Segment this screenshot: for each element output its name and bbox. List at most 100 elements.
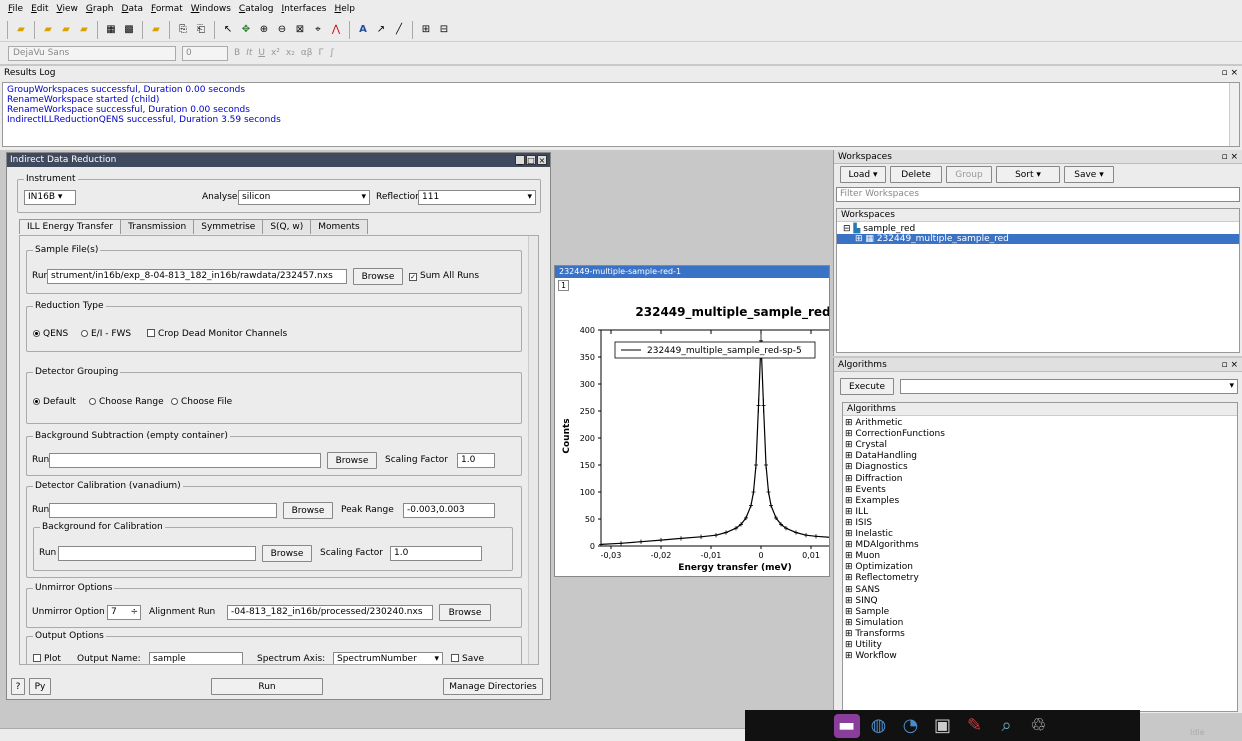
table-icon[interactable]: ▦ [103,22,119,38]
run-button[interactable]: Run [211,678,323,695]
font-family-select[interactable]: DejaVu Sans [8,45,176,61]
greek-icon[interactable]: αβ [301,48,313,58]
output-name-input[interactable]: sample [149,652,243,664]
sample-run-input[interactable]: strument/in16b/exp_8-04-813_182_in16b/ra… [47,269,347,284]
spectrum-axis-select[interactable]: SpectrumNumber ▾ [333,652,443,664]
algorithm-category[interactable]: ⊞ ISIS [845,518,872,528]
efws-radio[interactable]: E/I - FWS [81,329,131,339]
bold-icon[interactable]: B [234,48,240,58]
algorithm-category[interactable]: ⊞ Diffraction [845,474,902,484]
instrument-select[interactable]: IN16B ▾ [24,190,76,205]
workspace-item-selected[interactable]: ⊞ ▦ 232449_multiple_sample_red [837,234,1239,244]
unmirror-option-spinner[interactable]: 7 ÷ [107,605,141,620]
peak-picker-icon[interactable]: ⋀ [328,22,344,38]
bg-browse-button[interactable]: Browse [327,452,377,469]
dock-close-icon[interactable]: ▫ × [1221,68,1238,78]
expand-icon[interactable]: ⊞ [855,234,863,244]
dock-close-icon[interactable]: ▫ × [1221,152,1238,162]
save-button[interactable]: Save ▾ [1064,166,1114,183]
algorithm-category[interactable]: ⊞ Muon [845,551,880,561]
font-size-spinner[interactable]: 0 [182,45,228,61]
algorithm-category[interactable]: ⊞ CorrectionFunctions [845,429,945,439]
move-icon[interactable]: ✥ [238,22,254,38]
text-tool-icon[interactable]: A [355,22,371,38]
delete-button[interactable]: Delete [890,166,942,183]
calib-scaling-input[interactable]: 1.0 [390,546,482,561]
menu-format[interactable]: Format [151,4,183,14]
sample-browse-button[interactable]: Browse [353,268,403,285]
folder-icon[interactable]: ▰ [148,22,164,38]
formula-icon[interactable]: ⊞ [418,22,434,38]
calib-run-input[interactable] [49,503,277,518]
grouping-range-radio[interactable]: Choose Range [89,397,164,407]
algorithm-category[interactable]: ⊞ Events [845,485,886,495]
chart-legend[interactable]: 232449_multiple_sample_red-sp-5 [614,341,816,359]
bg-scaling-input[interactable]: 1.0 [457,453,495,468]
settings-icon[interactable]: ✎ [962,714,988,738]
italic-icon[interactable]: It [246,48,252,58]
trash-icon[interactable]: ♲ [1026,714,1052,738]
sum-all-runs-checkbox[interactable]: ✓ Sum All Runs [409,271,479,281]
algorithm-category[interactable]: ⊞ SINQ [845,596,878,606]
save-checkbox[interactable]: Save [451,654,484,664]
copy-icon[interactable]: ⎘ [175,22,191,38]
menu-data[interactable]: Data [122,4,144,14]
manage-directories-button[interactable]: Manage Directories [443,678,543,695]
terminal-icon[interactable]: ▣ [930,714,956,738]
search-icon[interactable]: ⌕ [994,714,1020,738]
algorithm-category[interactable]: ⊞ Sample [845,607,889,617]
algorithm-category[interactable]: ⊞ Transforms [845,629,905,639]
tab-ill-energy-transfer[interactable]: ILL Energy Transfer [19,219,122,234]
network-icon[interactable]: ◍ [866,714,892,738]
tab-sqw[interactable]: S(Q, w) [262,219,312,234]
tab-moments[interactable]: Moments [310,219,368,234]
workspace-group-sample-red[interactable]: ⊟ ▙ sample_red [843,224,915,234]
algorithm-category[interactable]: ⊞ Utility [845,640,882,650]
bg-run-input[interactable] [49,453,321,468]
algorithm-category[interactable]: ⊞ DataHandling [845,451,917,461]
rescale-icon[interactable]: ⊠ [292,22,308,38]
alignment-browse-button[interactable]: Browse [439,604,491,621]
algorithm-category[interactable]: ⊞ Arithmetic [845,418,902,428]
tab-transmission[interactable]: Transmission [120,219,195,234]
menu-catalog[interactable]: Catalog [239,4,274,14]
menu-help[interactable]: Help [334,4,355,14]
algorithm-category[interactable]: ⊞ Examples [845,496,899,506]
bg-calib-browse-button[interactable]: Browse [262,545,312,562]
open-project-icon[interactable]: ▰ [40,22,56,38]
alignment-run-input[interactable]: -04-813_182_in16b/processed/230240.nxs [227,605,433,620]
algorithm-search-select[interactable]: ▾ [900,379,1238,394]
layer-icon[interactable]: ⊟ [436,22,452,38]
analyser-select[interactable]: silicon ▾ [238,190,370,205]
integral-icon[interactable]: ∫ [330,48,335,58]
load-data-icon[interactable]: ▰ [76,22,92,38]
reflection-select[interactable]: 111 ▾ [418,190,536,205]
pointer-icon[interactable]: ↖ [220,22,236,38]
matrix-icon[interactable]: ▩ [121,22,137,38]
algorithm-category[interactable]: ⊞ Crystal [845,440,887,450]
grouping-default-radio[interactable]: Default [33,397,76,407]
browser-icon[interactable]: ◔ [898,714,924,738]
workspace-tree[interactable]: Workspaces ⊟ ▙ sample_red ⊞ ▦ 232449_mul… [836,208,1240,353]
execute-button[interactable]: Execute [840,378,894,395]
tab-symmetrise[interactable]: Symmetrise [193,219,264,234]
zoom-in-icon[interactable]: ⊕ [256,22,272,38]
line-tool-icon[interactable]: ╱ [391,22,407,38]
underline-icon[interactable]: U [258,48,265,58]
save-project-icon[interactable]: ▰ [58,22,74,38]
collapse-icon[interactable]: ⊟ [843,224,851,234]
menu-interfaces[interactable]: Interfaces [282,4,327,14]
plot-checkbox[interactable]: Plot [33,654,61,664]
algorithm-category[interactable]: ⊞ Optimization [845,562,913,572]
group-button[interactable]: Group [946,166,992,183]
subscript-icon[interactable]: x₂ [286,48,295,58]
zoom-out-icon[interactable]: ⊖ [274,22,290,38]
superscript-icon[interactable]: x² [271,48,280,58]
algorithm-tree[interactable]: Algorithms ⊞ Arithmetic ⊞ CorrectionFunct… [842,402,1238,712]
algorithm-category[interactable]: ⊞ Diagnostics [845,462,908,472]
filter-workspaces-input[interactable]: Filter Workspaces [836,187,1240,202]
crop-dead-monitor-checkbox[interactable]: Crop Dead Monitor Channels [147,329,287,339]
algorithm-category[interactable]: ⊞ Reflectometry [845,573,919,583]
algorithm-category[interactable]: ⊞ SANS [845,585,880,595]
help-button[interactable]: ? [11,678,25,695]
